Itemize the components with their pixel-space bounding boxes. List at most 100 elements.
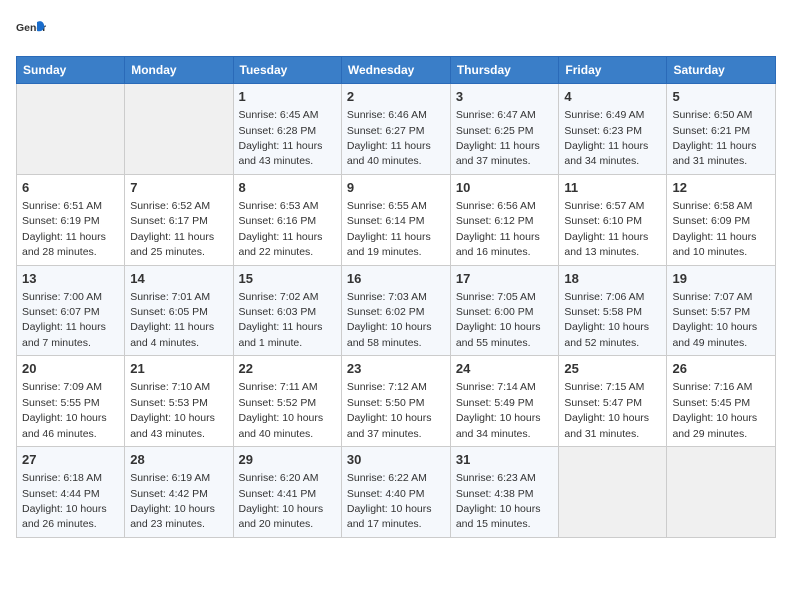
day-info: Sunrise: 7:06 AMSunset: 5:58 PMDaylight:… [564, 291, 649, 349]
day-number: 7 [130, 179, 227, 197]
calendar-week-3: 13 Sunrise: 7:00 AMSunset: 6:07 PMDayligh… [17, 265, 776, 356]
calendar-cell: 12 Sunrise: 6:58 AMSunset: 6:09 PMDayligh… [667, 174, 776, 265]
day-number: 4 [564, 88, 661, 106]
calendar-cell: 23 Sunrise: 7:12 AMSunset: 5:50 PMDayligh… [341, 356, 450, 447]
day-info: Sunrise: 7:00 AMSunset: 6:07 PMDaylight:… [22, 291, 106, 349]
day-info: Sunrise: 6:46 AMSunset: 6:27 PMDaylight:… [347, 109, 431, 167]
day-number: 3 [456, 88, 554, 106]
day-number: 21 [130, 360, 227, 378]
calendar-cell: 5 Sunrise: 6:50 AMSunset: 6:21 PMDaylight… [667, 84, 776, 175]
weekday-header-thursday: Thursday [450, 57, 559, 84]
calendar-cell: 25 Sunrise: 7:15 AMSunset: 5:47 PMDayligh… [559, 356, 667, 447]
weekday-header-monday: Monday [125, 57, 233, 84]
day-number: 17 [456, 270, 554, 288]
calendar-cell: 16Sunrise: 7:03 AMSunset: 6:02 PMDayligh… [341, 265, 450, 356]
day-info: Sunrise: 6:49 AMSunset: 6:23 PMDaylight:… [564, 109, 648, 167]
calendar-cell: 21 Sunrise: 7:10 AMSunset: 5:53 PMDayligh… [125, 356, 233, 447]
calendar-cell: 14 Sunrise: 7:01 AMSunset: 6:05 PMDayligh… [125, 265, 233, 356]
calendar-cell: 4 Sunrise: 6:49 AMSunset: 6:23 PMDaylight… [559, 84, 667, 175]
day-info: Sunrise: 6:57 AMSunset: 6:10 PMDaylight:… [564, 200, 648, 258]
day-info: Sunrise: 6:51 AMSunset: 6:19 PMDaylight:… [22, 200, 106, 258]
calendar-table: SundayMondayTuesdayWednesdayThursdayFrid… [16, 56, 776, 538]
day-info: Sunrise: 7:12 AMSunset: 5:50 PMDaylight:… [347, 381, 432, 439]
calendar-cell [559, 447, 667, 538]
calendar-week-1: 1 Sunrise: 6:45 AMSunset: 6:28 PMDaylight… [17, 84, 776, 175]
calendar-cell [17, 84, 125, 175]
day-number: 20 [22, 360, 119, 378]
calendar-cell: 24 Sunrise: 7:14 AMSunset: 5:49 PMDayligh… [450, 356, 559, 447]
day-info: Sunrise: 7:01 AMSunset: 6:05 PMDaylight:… [130, 291, 214, 349]
calendar-cell: 17 Sunrise: 7:05 AMSunset: 6:00 PMDayligh… [450, 265, 559, 356]
calendar-cell [667, 447, 776, 538]
calendar-cell: 13 Sunrise: 7:00 AMSunset: 6:07 PMDayligh… [17, 265, 125, 356]
logo: General [16, 16, 50, 46]
calendar-cell: 2 Sunrise: 6:46 AMSunset: 6:27 PMDaylight… [341, 84, 450, 175]
calendar-cell: 9 Sunrise: 6:55 AMSunset: 6:14 PMDaylight… [341, 174, 450, 265]
day-number: 22 [239, 360, 336, 378]
calendar-week-5: 27 Sunrise: 6:18 AMSunset: 4:44 PMDayligh… [17, 447, 776, 538]
day-info: Sunrise: 6:50 AMSunset: 6:21 PMDaylight:… [672, 109, 756, 167]
day-number: 8 [239, 179, 336, 197]
weekday-header-wednesday: Wednesday [341, 57, 450, 84]
weekday-header-tuesday: Tuesday [233, 57, 341, 84]
day-number: 24 [456, 360, 554, 378]
day-info: Sunrise: 6:22 AMSunset: 4:40 PMDaylight:… [347, 472, 432, 530]
logo-icon: General [16, 16, 46, 46]
calendar-cell: 15 Sunrise: 7:02 AMSunset: 6:03 PMDayligh… [233, 265, 341, 356]
day-number: 5 [672, 88, 770, 106]
day-info: Sunrise: 6:19 AMSunset: 4:42 PMDaylight:… [130, 472, 215, 530]
weekday-header-sunday: Sunday [17, 57, 125, 84]
calendar-cell [125, 84, 233, 175]
day-info: Sunrise: 7:11 AMSunset: 5:52 PMDaylight:… [239, 381, 324, 439]
day-info: Sunrise: 7:16 AMSunset: 5:45 PMDaylight:… [672, 381, 757, 439]
calendar-cell: 29 Sunrise: 6:20 AMSunset: 4:41 PMDayligh… [233, 447, 341, 538]
page-header: General [16, 16, 776, 46]
day-info: Sunrise: 6:20 AMSunset: 4:41 PMDaylight:… [239, 472, 324, 530]
day-number: 12 [672, 179, 770, 197]
calendar-cell: 7Sunrise: 6:52 AMSunset: 6:17 PMDaylight… [125, 174, 233, 265]
day-number: 30 [347, 451, 445, 469]
day-info: Sunrise: 6:53 AMSunset: 6:16 PMDaylight:… [239, 200, 323, 258]
day-info: Sunrise: 6:58 AMSunset: 6:09 PMDaylight:… [672, 200, 756, 258]
weekday-header-friday: Friday [559, 57, 667, 84]
calendar-cell: 1 Sunrise: 6:45 AMSunset: 6:28 PMDaylight… [233, 84, 341, 175]
day-info: Sunrise: 7:03 AMSunset: 6:02 PMDaylight:… [347, 291, 432, 349]
day-number: 11 [564, 179, 661, 197]
day-number: 15 [239, 270, 336, 288]
day-number: 14 [130, 270, 227, 288]
day-info: Sunrise: 6:47 AMSunset: 6:25 PMDaylight:… [456, 109, 540, 167]
calendar-week-4: 20 Sunrise: 7:09 AMSunset: 5:55 PMDayligh… [17, 356, 776, 447]
day-number: 1 [239, 88, 336, 106]
day-number: 23 [347, 360, 445, 378]
day-number: 31 [456, 451, 554, 469]
day-number: 27 [22, 451, 119, 469]
day-info: Sunrise: 7:10 AMSunset: 5:53 PMDaylight:… [130, 381, 215, 439]
day-info: Sunrise: 6:56 AMSunset: 6:12 PMDaylight:… [456, 200, 540, 258]
calendar-cell: 22 Sunrise: 7:11 AMSunset: 5:52 PMDayligh… [233, 356, 341, 447]
calendar-week-2: 6 Sunrise: 6:51 AMSunset: 6:19 PMDaylight… [17, 174, 776, 265]
day-info: Sunrise: 6:18 AMSunset: 4:44 PMDaylight:… [22, 472, 107, 530]
day-number: 9 [347, 179, 445, 197]
day-number: 2 [347, 88, 445, 106]
calendar-cell: 18Sunrise: 7:06 AMSunset: 5:58 PMDayligh… [559, 265, 667, 356]
day-number: 13 [22, 270, 119, 288]
day-number: 25 [564, 360, 661, 378]
day-info: Sunrise: 7:14 AMSunset: 5:49 PMDaylight:… [456, 381, 541, 439]
calendar-cell: 8 Sunrise: 6:53 AMSunset: 6:16 PMDaylight… [233, 174, 341, 265]
day-number: 28 [130, 451, 227, 469]
day-number: 10 [456, 179, 554, 197]
calendar-cell: 28 Sunrise: 6:19 AMSunset: 4:42 PMDayligh… [125, 447, 233, 538]
day-info: Sunrise: 7:05 AMSunset: 6:00 PMDaylight:… [456, 291, 541, 349]
day-info: Sunrise: 6:45 AMSunset: 6:28 PMDaylight:… [239, 109, 323, 167]
day-number: 19 [672, 270, 770, 288]
calendar-cell: 19 Sunrise: 7:07 AMSunset: 5:57 PMDayligh… [667, 265, 776, 356]
day-number: 29 [239, 451, 336, 469]
day-info: Sunrise: 6:55 AMSunset: 6:14 PMDaylight:… [347, 200, 431, 258]
day-info: Sunrise: 7:02 AMSunset: 6:03 PMDaylight:… [239, 291, 323, 349]
calendar-cell: 20 Sunrise: 7:09 AMSunset: 5:55 PMDayligh… [17, 356, 125, 447]
day-info: Sunrise: 7:07 AMSunset: 5:57 PMDaylight:… [672, 291, 757, 349]
day-info: Sunrise: 7:09 AMSunset: 5:55 PMDaylight:… [22, 381, 107, 439]
day-info: Sunrise: 7:15 AMSunset: 5:47 PMDaylight:… [564, 381, 649, 439]
day-number: 6 [22, 179, 119, 197]
day-number: 26 [672, 360, 770, 378]
